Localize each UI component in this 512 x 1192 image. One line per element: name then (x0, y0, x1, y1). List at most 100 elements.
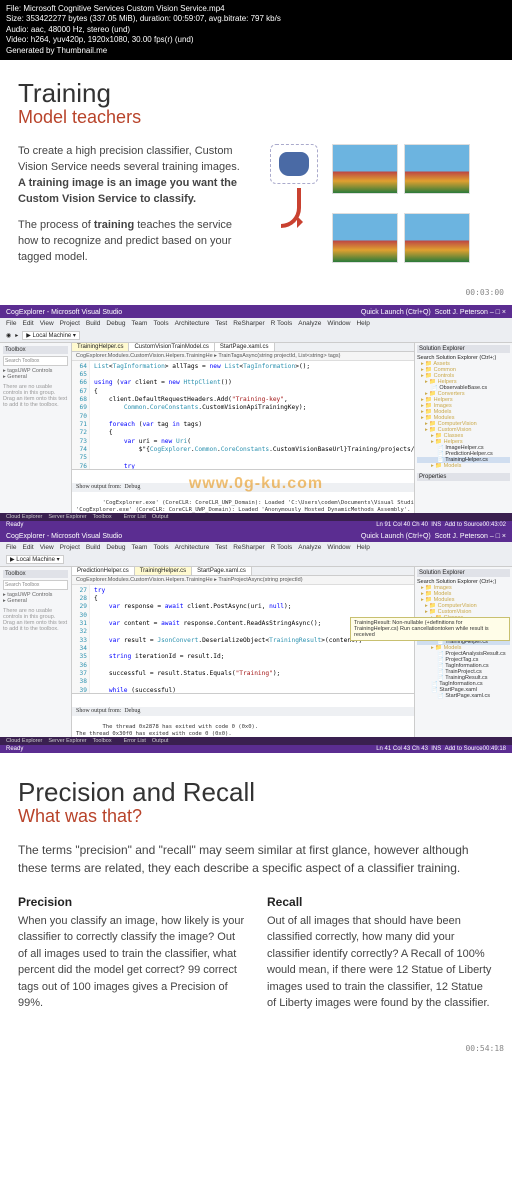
status-timecode: 00:43:02 (483, 522, 506, 528)
menu-item[interactable]: Build (86, 320, 100, 327)
output-header[interactable]: Show output from: Debug (72, 707, 414, 716)
quick-launch[interactable]: Quick Launch (Ctrl+Q) (361, 309, 431, 316)
solution-explorer-tab[interactable]: Solution Explorer (417, 345, 510, 353)
code-editor[interactable]: 64 65 66 67 68 69 70 71 72 73 74 75 76 7… (72, 361, 414, 469)
breadcrumb[interactable]: CogExplorer.Modules.CustomVision.Helpers… (72, 352, 414, 361)
solution-tree[interactable]: ▸ 📁 Assets▸ 📁 Common▸ 📁 Controls▸ 📁 Help… (417, 361, 510, 469)
menu-item[interactable]: Team (132, 544, 148, 551)
slide-intro: The terms "precision" and "recall" may s… (18, 841, 494, 877)
menu-item[interactable]: Debug (106, 320, 125, 327)
toolbar-icon[interactable]: ▸ (15, 332, 18, 339)
brain-icon (270, 144, 318, 184)
toolbox-empty-msg: There are no usable controls in this gro… (3, 608, 68, 632)
menu-item[interactable]: File (6, 544, 16, 551)
tool-window-tab[interactable]: Error List (124, 738, 146, 744)
meta-video: Video: h264, yuv420p, 1920x1080, 30.00 f… (6, 35, 506, 45)
solution-search[interactable]: Search Solution Explorer (Ctrl+;) (417, 579, 510, 585)
tool-window-tab[interactable]: Server Explorer (48, 738, 86, 744)
output-panel[interactable]: Show output from: Debug The thread 0x287… (72, 693, 414, 737)
precision-heading: Precision (18, 895, 245, 909)
menu-item[interactable]: Analyze (298, 544, 321, 551)
menu-item[interactable]: Test (215, 544, 227, 551)
menu-item[interactable]: Architecture (175, 320, 210, 327)
menu-item[interactable]: Debug (106, 544, 125, 551)
menu-item[interactable]: Analyze (298, 320, 321, 327)
menu-item[interactable]: File (6, 320, 16, 327)
line-gutter: 64 65 66 67 68 69 70 71 72 73 74 75 76 7… (72, 361, 90, 469)
output-panel[interactable]: Show output from: Debug 'CogExplorer.exe… (72, 469, 414, 513)
add-to-source[interactable]: Add to Source (445, 522, 483, 528)
menu-item[interactable]: Tools (153, 544, 168, 551)
editor-tab[interactable]: StartPage.xaml.cs (192, 567, 252, 575)
properties-tab[interactable]: Properties (417, 473, 510, 481)
debug-target-button[interactable]: ▶ Local Machine ▾ (22, 331, 80, 340)
menu-item[interactable]: Architecture (175, 544, 210, 551)
menu-item[interactable]: Project (60, 544, 80, 551)
menu-item[interactable]: Project (60, 320, 80, 327)
toolbox-search[interactable]: Search Toolbox (3, 580, 68, 590)
code-content[interactable]: List<TagInformation> allTags = new List<… (90, 361, 414, 469)
solution-explorer-tab[interactable]: Solution Explorer (417, 569, 510, 577)
debug-target-button[interactable]: ▶ Local Machine ▾ (6, 555, 64, 564)
tree-item[interactable]: 📄 StartPage.xaml.cs (417, 693, 510, 699)
menu-item[interactable]: Test (215, 320, 227, 327)
tool-window-tab[interactable]: Error List (124, 514, 146, 520)
toolbox-search[interactable]: Search Toolbox (3, 356, 68, 366)
output-header[interactable]: Show output from: Debug (72, 483, 414, 492)
menu-item[interactable]: View (40, 544, 54, 551)
tool-window-tab[interactable]: Server Explorer (48, 514, 86, 520)
menu-item[interactable]: Edit (22, 544, 33, 551)
thumbnail-timecode: 00:03:00 (0, 286, 512, 305)
menu-item[interactable]: ReSharper (233, 544, 264, 551)
tool-window-tab[interactable]: Output (152, 738, 169, 744)
thumbnail-timecode: 00:54:18 (0, 1042, 512, 1059)
status-ready: Ready (6, 746, 23, 752)
vs-toolbar: ▶ Local Machine ▾ (0, 553, 512, 567)
visual-studio-screenshot-a: CogExplorer - Microsoft Visual Studio Qu… (0, 305, 512, 529)
menu-item[interactable]: Edit (22, 320, 33, 327)
menu-item[interactable]: Window (327, 320, 350, 327)
editor-tab[interactable]: StartPage.xaml.cs (215, 343, 275, 351)
menu-item[interactable]: Window (327, 544, 350, 551)
meta-file: File: Microsoft Cognitive Services Custo… (6, 4, 506, 14)
toolbox-tab[interactable]: Toolbox (3, 570, 68, 578)
menu-item[interactable]: View (40, 320, 54, 327)
tree-item[interactable]: ▸ 📁 Models (417, 463, 510, 469)
recall-body: Out of all images that should have been … (267, 913, 494, 1012)
toolbox-tab[interactable]: Toolbox (3, 346, 68, 354)
menu-item[interactable]: Help (356, 544, 369, 551)
toolbox-group[interactable]: ▸ General (3, 598, 68, 604)
user-name[interactable]: Scott J. Peterson (435, 309, 488, 316)
tool-window-tab[interactable]: Output (152, 514, 169, 520)
editor-tab[interactable]: TrainingHelper.cs (135, 567, 192, 575)
menu-item[interactable]: R Tools (271, 320, 293, 327)
solution-tree[interactable]: ▸ 📁 Images▸ 📁 Models▸ 📁 Modules▸ 📁 Compu… (417, 585, 510, 699)
slide-subtitle: Model teachers (18, 107, 494, 128)
slide-title: Precision and Recall (18, 777, 494, 808)
tool-window-tab[interactable]: Cloud Explorer (6, 738, 42, 744)
toolbar-icon[interactable]: ◉ (6, 332, 11, 339)
editor-tab[interactable]: TrainingHelper.cs (72, 343, 129, 351)
menu-item[interactable]: Build (86, 544, 100, 551)
editor-tab[interactable]: CustomVisionTrainModel.cs (129, 343, 214, 351)
menu-item[interactable]: Tools (153, 320, 168, 327)
meta-generator: Generated by Thumbnail.me (6, 46, 506, 56)
menu-item[interactable]: R Tools (271, 544, 293, 551)
add-to-source[interactable]: Add to Source (445, 746, 483, 752)
tool-window-tab[interactable]: Toolbox (93, 514, 112, 520)
bottom-tool-tabs: Cloud Explorer Server Explorer Toolbox Err… (0, 737, 512, 745)
breadcrumb[interactable]: CogExplorer.Modules.CustomVision.Helpers… (72, 576, 414, 585)
menu-item[interactable]: Team (132, 320, 148, 327)
tool-window-tab[interactable]: Cloud Explorer (6, 514, 42, 520)
editor-tab[interactable]: PredictionHelper.cs (72, 567, 135, 575)
solution-search[interactable]: Search Solution Explorer (Ctrl+;) (417, 355, 510, 361)
menu-item[interactable]: ReSharper (233, 320, 264, 327)
solution-explorer: Solution Explorer Search Solution Explor… (414, 567, 512, 737)
toolbox-empty-msg: There are no usable controls in this gro… (3, 384, 68, 408)
menu-item[interactable]: Help (356, 320, 369, 327)
quick-launch[interactable]: Quick Launch (Ctrl+Q) (361, 533, 431, 540)
toolbox-group[interactable]: ▸ General (3, 374, 68, 380)
tool-window-tab[interactable]: Toolbox (93, 738, 112, 744)
user-name[interactable]: Scott J. Peterson (435, 533, 488, 540)
status-bar: Ready Ln 41 Col 43 Ch 43 INS Add to Sour… (0, 745, 512, 753)
